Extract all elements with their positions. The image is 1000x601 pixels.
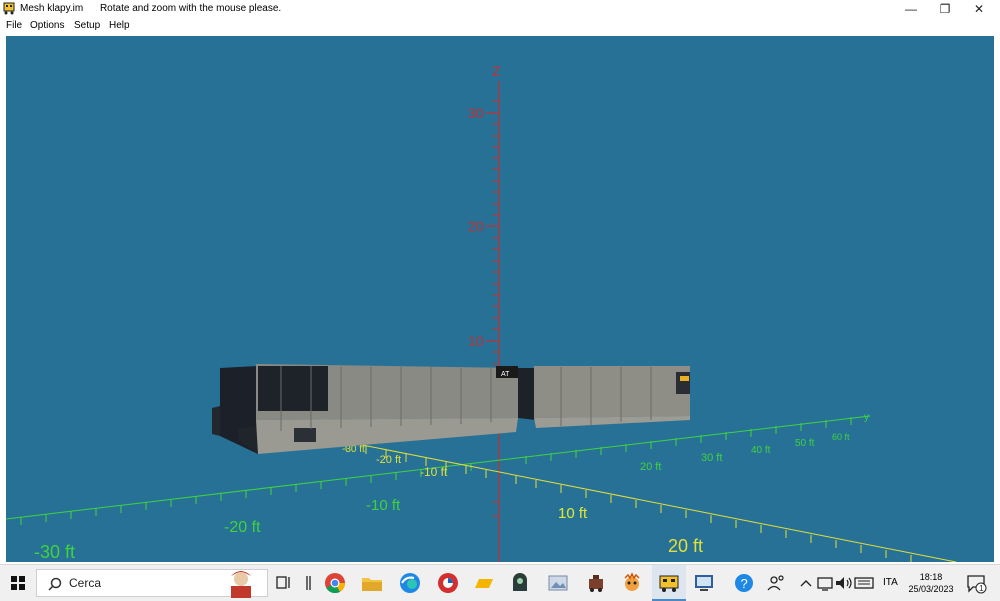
widgets-icon[interactable] (296, 571, 320, 595)
x-axis-line (275, 427, 957, 562)
y-tick-label-20: 20 ft (640, 461, 661, 473)
3d-viewport[interactable]: Z 30 20 10 y -30 ft -20 ft -10 ft 10 ft … (6, 36, 994, 562)
y-tick-label-neg20: -20 ft (224, 519, 261, 536)
x-tick-label-neg20: -20 ft (376, 454, 401, 466)
notification-center-icon[interactable]: 1 (964, 571, 988, 595)
z-axis-label: Z (492, 63, 501, 79)
scene-canvas: Z 30 20 10 y -30 ft -20 ft -10 ft 10 ft … (6, 63, 957, 562)
character-app-icon[interactable] (620, 571, 644, 595)
y-tick-label-neg30: -30 ft (34, 542, 75, 562)
language-indicator[interactable]: ITA (883, 577, 898, 591)
window-subtitle: Rotate and zoom with the mouse please. (99, 3, 282, 14)
menu-help[interactable]: Help (109, 20, 130, 31)
title-bar: Mesh klapy.im Rotate and zoom with the m… (0, 0, 1000, 18)
edge-icon[interactable] (398, 571, 422, 595)
x-tick-label-20: 20 ft (668, 536, 703, 556)
taskbar-search-box[interactable]: Cerca (36, 569, 268, 598)
locomotive-app-icon[interactable] (584, 571, 608, 595)
wagon-app-taskbar-icon (659, 575, 679, 592)
remote-desktop-icon[interactable] (692, 571, 716, 595)
keyboard-icon[interactable] (852, 571, 876, 595)
z-tick-label-20: 20 (468, 218, 484, 234)
trainz-icon[interactable] (508, 571, 532, 595)
onedrive-folder-icon[interactable] (472, 571, 496, 595)
y-tick-label-neg10: -10 ft (366, 497, 401, 514)
x-tick-label-neg10: -10 ft (420, 465, 448, 479)
help-glyph: ? (741, 576, 748, 591)
taskbar-clock[interactable]: 18:18 25/03/2023 (898, 571, 964, 595)
search-placeholder: Cerca (69, 576, 102, 590)
image-viewer-icon[interactable] (546, 571, 570, 595)
z-tick-label-30: 30 (468, 105, 484, 121)
wagon-app-icon (3, 2, 15, 15)
notification-count: 1 (979, 584, 984, 593)
x-tick-label-10: 10 ft (558, 505, 588, 522)
people-icon[interactable] (764, 571, 788, 595)
z-tick-label-10: 10 (468, 333, 484, 349)
close-button[interactable]: ✕ (962, 0, 996, 18)
search-highlight-figure-icon (231, 571, 251, 598)
active-app-button[interactable] (652, 565, 686, 601)
search-icon (48, 577, 62, 591)
menu-options[interactable]: Options (30, 20, 64, 31)
menu-setup[interactable]: Setup (74, 20, 100, 31)
clock-time: 18:18 (919, 572, 943, 582)
menu-file[interactable]: File (6, 20, 22, 31)
window-title: Mesh klapy.im (20, 3, 84, 14)
wagon-marking: AT (501, 371, 510, 378)
taskbar: Cerca ? ITA 18:18 25/03/2023 1 (0, 564, 1000, 601)
file-explorer-icon[interactable] (360, 571, 384, 595)
windows-start-icon[interactable] (0, 565, 36, 601)
task-view-icon[interactable] (272, 571, 296, 595)
y-tick-label-60: 60 ft (832, 432, 850, 442)
restore-button[interactable]: ❐ (928, 0, 962, 18)
z-axis-minor-ticks (492, 100, 499, 517)
menu-bar: File Options Setup Help (0, 18, 1000, 34)
y-tick-label-50: 50 ft (795, 438, 815, 449)
chrome-icon[interactable] (323, 571, 347, 595)
y-axis-label: y (864, 412, 869, 423)
wagon-model: AT (212, 364, 690, 454)
ccleaner-icon[interactable] (436, 571, 460, 595)
minimize-button[interactable]: — (894, 0, 928, 18)
help-icon[interactable]: ? (732, 571, 756, 595)
y-tick-label-40: 40 ft (751, 445, 771, 456)
y-tick-label-30: 30 ft (701, 452, 722, 464)
clock-date: 25/03/2023 (908, 584, 954, 594)
